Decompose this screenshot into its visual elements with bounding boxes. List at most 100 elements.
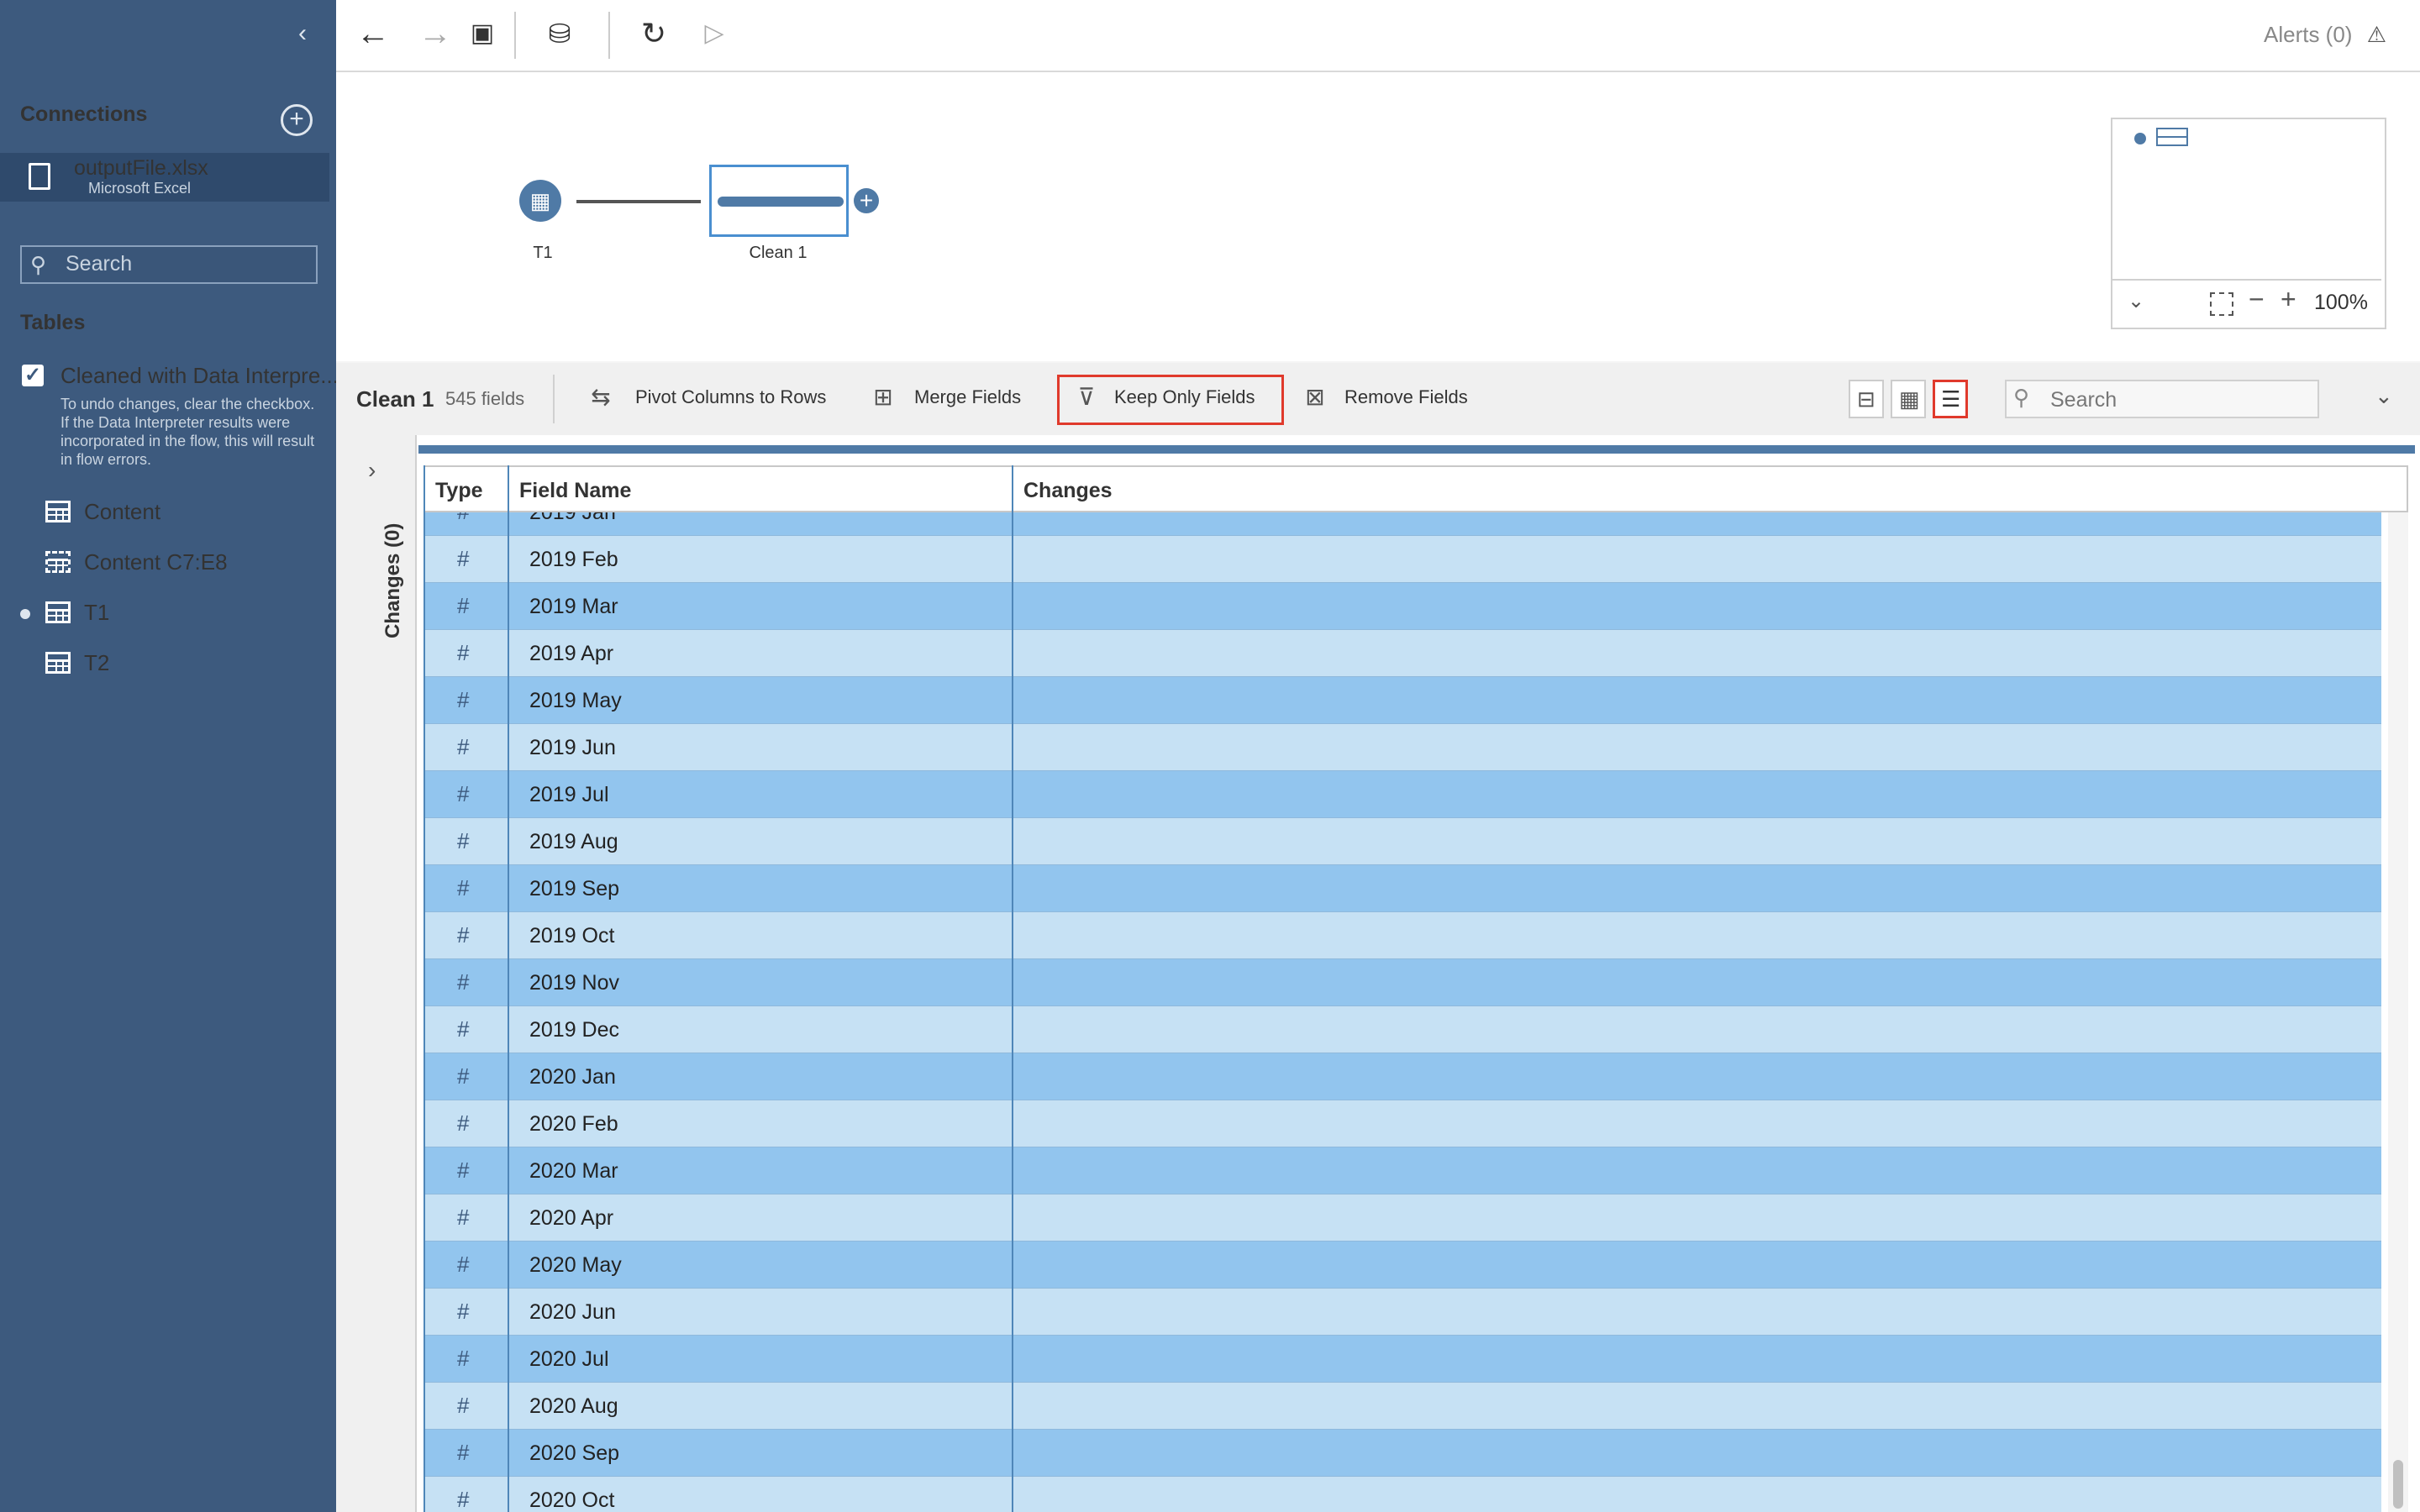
warning-icon: ⚠: [2366, 22, 2386, 47]
number-type-icon[interactable]: #: [457, 1299, 469, 1325]
number-type-icon[interactable]: #: [457, 1252, 469, 1278]
table-icon: [45, 601, 71, 623]
table-row[interactable]: #2020 Mar: [424, 1147, 2381, 1194]
undo-icon[interactable]: ←: [355, 15, 392, 52]
table-row[interactable]: #2019 Feb: [424, 536, 2381, 583]
number-type-icon[interactable]: #: [457, 1487, 469, 1512]
merge-fields-button[interactable]: Merge Fields: [914, 386, 1021, 408]
data-interpreter-checkbox[interactable]: ✓: [22, 365, 44, 386]
search-icon: ⚲: [2013, 385, 2030, 410]
number-type-icon[interactable]: #: [457, 1063, 469, 1089]
number-type-icon[interactable]: #: [457, 640, 469, 666]
profile-view-button[interactable]: ⊟: [1849, 380, 1884, 418]
grid-view-button[interactable]: ▦: [1891, 380, 1926, 418]
number-type-icon[interactable]: #: [457, 1440, 469, 1466]
field-name-cell: 2020 Jan: [529, 1065, 616, 1089]
list-view-icon: ☰: [1941, 386, 1961, 412]
table-row[interactable]: #2019 Jul: [424, 771, 2381, 818]
table-row[interactable]: #2020 Feb: [424, 1100, 2381, 1147]
header-changes[interactable]: Changes: [1023, 479, 1113, 503]
number-type-icon[interactable]: #: [457, 922, 469, 948]
header-field-name[interactable]: Field Name: [519, 479, 631, 503]
table-row[interactable]: #2020 Aug: [424, 1383, 2381, 1430]
field-count: 545 fields: [445, 388, 525, 409]
remove-icon: ⊠: [1305, 384, 1325, 410]
redo-icon[interactable]: →: [417, 15, 454, 52]
remove-fields-button[interactable]: Remove Fields: [1344, 386, 1468, 408]
table-row[interactable]: #2019 Sep: [424, 865, 2381, 912]
number-type-icon[interactable]: #: [457, 1393, 469, 1419]
table-label: T2: [84, 650, 110, 675]
minimap-view[interactable]: [2112, 119, 2381, 281]
sidebar-table-t2[interactable]: T2: [0, 642, 336, 685]
table-row[interactable]: #2020 May: [424, 1242, 2381, 1289]
list-view-button[interactable]: ☰: [1933, 380, 1968, 418]
field-name-cell: 2019 Mar: [529, 595, 618, 618]
chevron-down-icon[interactable]: ⌄: [2375, 383, 2393, 409]
table-row[interactable]: #2020 Oct: [424, 1477, 2381, 1512]
field-name-cell: 2019 Nov: [529, 971, 620, 995]
table-row[interactable]: #2020 Jun: [424, 1289, 2381, 1336]
chevron-down-icon[interactable]: ⌄: [2128, 289, 2144, 313]
sidebar-table-content[interactable]: Content: [0, 491, 336, 534]
field-name-cell: 2019 May: [529, 689, 622, 712]
sidebar-table-t1[interactable]: T1: [0, 591, 336, 635]
table-row[interactable]: #2019 Mar: [424, 583, 2381, 630]
add-step-button[interactable]: +: [854, 188, 879, 213]
refresh-icon[interactable]: ↻: [635, 15, 672, 52]
fit-to-screen-icon[interactable]: [2210, 292, 2233, 316]
table-row[interactable]: #2020 Jul: [424, 1336, 2381, 1383]
save-icon[interactable]: ▣: [464, 15, 501, 52]
header-type[interactable]: Type: [435, 479, 483, 503]
data-sample-icon[interactable]: ⛁: [541, 15, 578, 52]
changes-label[interactable]: Changes (0): [381, 523, 405, 638]
vertical-scrollbar[interactable]: [2388, 512, 2408, 1512]
top-toolbar: ← → ▣ ⛁ ↻ ▷ Alerts (0) ⚠: [336, 0, 2420, 72]
number-type-icon[interactable]: #: [457, 969, 469, 995]
sidebar-table-content-c7e8[interactable]: Content C7:E8: [0, 541, 336, 585]
number-type-icon[interactable]: #: [457, 1016, 469, 1042]
table-row[interactable]: #2019 Apr: [424, 630, 2381, 677]
keep-only-fields-button[interactable]: Keep Only Fields: [1114, 386, 1255, 408]
zoom-in-icon[interactable]: +: [2281, 284, 2296, 315]
table-row[interactable]: #2019 Dec: [424, 1006, 2381, 1053]
clean-step-bar-icon: [718, 197, 844, 207]
pivot-columns-button[interactable]: Pivot Columns to Rows: [635, 386, 826, 408]
number-type-icon[interactable]: #: [457, 875, 469, 901]
input-node-t1[interactable]: ▦: [519, 180, 561, 222]
table-row[interactable]: #2020 Jan: [424, 1053, 2381, 1100]
add-connection-button[interactable]: +: [281, 104, 313, 136]
number-type-icon[interactable]: #: [457, 512, 469, 525]
number-type-icon[interactable]: #: [457, 1205, 469, 1231]
table-row[interactable]: #2019 Nov: [424, 959, 2381, 1006]
number-type-icon[interactable]: #: [457, 1158, 469, 1184]
number-type-icon[interactable]: #: [457, 1110, 469, 1137]
table-row[interactable]: #2019 Jan: [424, 512, 2381, 536]
field-name-cell: 2019 Aug: [529, 830, 618, 853]
table-row[interactable]: #2019 Jun: [424, 724, 2381, 771]
number-type-icon[interactable]: #: [457, 734, 469, 760]
alerts-button[interactable]: Alerts (0) ⚠: [2264, 22, 2386, 48]
field-name-cell: 2020 Aug: [529, 1394, 618, 1418]
table-row[interactable]: #2020 Apr: [424, 1194, 2381, 1242]
number-type-icon[interactable]: #: [457, 781, 469, 807]
number-type-icon[interactable]: #: [457, 546, 469, 572]
connection-name[interactable]: outputFile.xlsx: [74, 156, 208, 181]
expand-changes-icon[interactable]: ›: [368, 457, 376, 484]
table-row[interactable]: #2020 Sep: [424, 1430, 2381, 1477]
sidebar: [0, 0, 336, 1512]
number-type-icon[interactable]: #: [457, 687, 469, 713]
table-row[interactable]: #2019 May: [424, 677, 2381, 724]
table-row[interactable]: #2019 Aug: [424, 818, 2381, 865]
table-icon: [45, 652, 71, 674]
scrollbar-thumb[interactable]: [2393, 1460, 2403, 1509]
flow-canvas[interactable]: [336, 72, 2420, 361]
table-label: Content: [84, 499, 161, 524]
number-type-icon[interactable]: #: [457, 828, 469, 854]
collapse-sidebar-icon[interactable]: ‹: [286, 17, 319, 50]
run-flow-icon[interactable]: ▷: [696, 15, 733, 52]
zoom-out-icon[interactable]: −: [2249, 284, 2265, 315]
number-type-icon[interactable]: #: [457, 593, 469, 619]
number-type-icon[interactable]: #: [457, 1346, 469, 1372]
table-row[interactable]: #2019 Oct: [424, 912, 2381, 959]
